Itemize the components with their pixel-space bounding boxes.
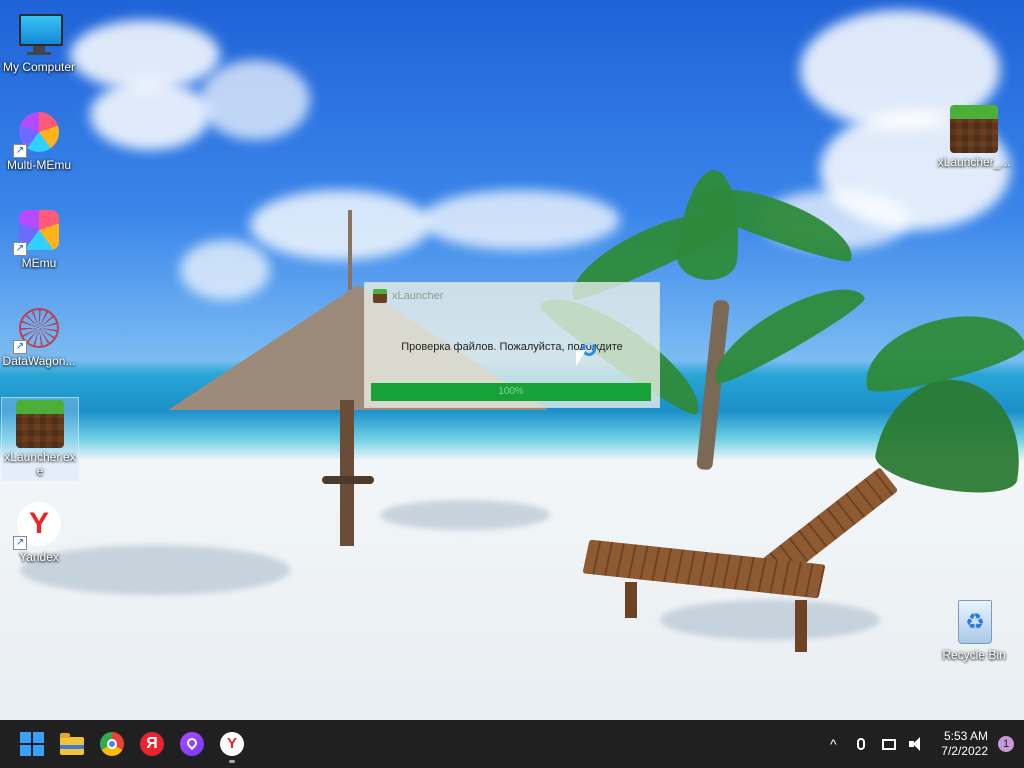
desktop-icon-yandex[interactable]: Y ↗ Yandex (1, 500, 77, 564)
mouse-pointer-icon (576, 350, 586, 366)
clock-date: 7/2/2022 (941, 744, 988, 758)
clock-time: 5:53 AM (943, 729, 988, 743)
yandex-browser-icon: Y (220, 732, 244, 756)
launcher-window[interactable]: xLauncher Проверка файлов. Пожалуйста, п… (364, 282, 660, 408)
desktop-icon-label: Yandex (19, 550, 59, 564)
launcher-status-message: Проверка файлов. Пожалуйста, подождите (401, 341, 623, 353)
wallpaper-cloud (90, 80, 210, 150)
sun-lounger-leg (625, 582, 637, 618)
shortcut-arrow-icon: ↗ (13, 144, 27, 158)
network-button[interactable] (875, 729, 903, 759)
volume-icon (909, 737, 925, 751)
desktop-icon-label: Recycle Bin (942, 648, 1006, 662)
xlauncher-icon (950, 105, 998, 153)
clock[interactable]: 5:53 AM 7/2/2022 (931, 729, 994, 759)
start-button[interactable] (12, 724, 52, 764)
umbrella-table (322, 476, 374, 484)
sun-lounger-leg (795, 600, 807, 652)
desktop-icon-label: xLauncher_... (937, 155, 1011, 169)
launcher-titlebar[interactable]: xLauncher (365, 283, 659, 309)
taskbar: Я Y ^ 5:53 AM 7/2/2022 1 (0, 720, 1024, 768)
desktop-icon-datawagon[interactable]: ↗ DataWagon... (1, 304, 77, 368)
desktop[interactable]: My Computer ↗ Multi-MEmu ↗ MEmu ↗ DataWa… (0, 0, 1024, 720)
wallpaper-cloud (200, 60, 310, 140)
multi-memu-icon: ↗ (13, 108, 63, 158)
taskbar-alice[interactable] (172, 724, 212, 764)
show-hidden-icons-button[interactable]: ^ (819, 729, 847, 759)
progress-label: 100% (498, 386, 524, 397)
taskbar-file-explorer[interactable] (52, 724, 92, 764)
wallpaper-shadow (660, 600, 880, 640)
desktop-icon-memu[interactable]: ↗ MEmu (1, 206, 77, 270)
shortcut-arrow-icon: ↗ (13, 536, 27, 550)
palm-trunk (696, 299, 730, 471)
microphone-button[interactable] (847, 729, 875, 759)
yandex-icon: Y ↗ (13, 500, 63, 550)
volume-button[interactable] (903, 729, 931, 759)
desktop-icon-xlauncher-exe[interactable]: xLauncher.exe (1, 397, 79, 481)
wallpaper-shadow (380, 500, 550, 530)
computer-icon (15, 10, 63, 58)
desktop-icon-recycle-bin[interactable]: ♻ Recycle Bin (936, 598, 1012, 662)
start-icon (20, 732, 44, 756)
xlauncher-icon (373, 289, 387, 303)
notification-badge[interactable]: 1 (998, 736, 1014, 752)
chevron-up-icon: ^ (829, 736, 837, 752)
desktop-icon-label: Multi-MEmu (6, 158, 71, 172)
desktop-icon-label: My Computer (2, 60, 76, 74)
taskbar-yandex[interactable]: Я (132, 724, 172, 764)
umbrella-pole (340, 400, 354, 546)
wallpaper-cloud (250, 190, 430, 260)
yandex-icon: Я (140, 732, 164, 756)
datawagon-icon: ↗ (13, 304, 63, 354)
desktop-icon-my-computer[interactable]: My Computer (1, 10, 77, 74)
xlauncher-icon (16, 400, 64, 448)
running-indicator (229, 760, 235, 763)
recycle-bin-icon: ♻ (950, 598, 998, 646)
taskbar-chrome[interactable] (92, 724, 132, 764)
wallpaper-cloud (420, 190, 620, 250)
shortcut-arrow-icon: ↗ (13, 340, 27, 354)
microphone-icon (857, 738, 866, 750)
desktop-icon-label: xLauncher.exe (4, 450, 76, 478)
system-tray: ^ 5:53 AM 7/2/2022 1 (819, 729, 1024, 759)
palm-leaf (675, 167, 745, 283)
taskbar-yandex-browser[interactable]: Y (212, 724, 252, 764)
umbrella-spike (348, 210, 352, 290)
file-explorer-icon (60, 732, 84, 755)
desktop-icon-multi-memu[interactable]: ↗ Multi-MEmu (1, 108, 77, 172)
desktop-icon-label: DataWagon... (2, 354, 76, 368)
launcher-title: xLauncher (392, 290, 444, 302)
memu-icon: ↗ (13, 206, 63, 256)
alice-icon (180, 732, 204, 756)
chrome-icon (100, 732, 124, 756)
launcher-progress-bar: 100% (371, 383, 651, 401)
network-icon (882, 738, 897, 750)
desktop-icon-label: MEmu (21, 256, 57, 270)
shortcut-arrow-icon: ↗ (13, 242, 27, 256)
desktop-icon-xlauncher-folder[interactable]: xLauncher_... (936, 105, 1012, 169)
